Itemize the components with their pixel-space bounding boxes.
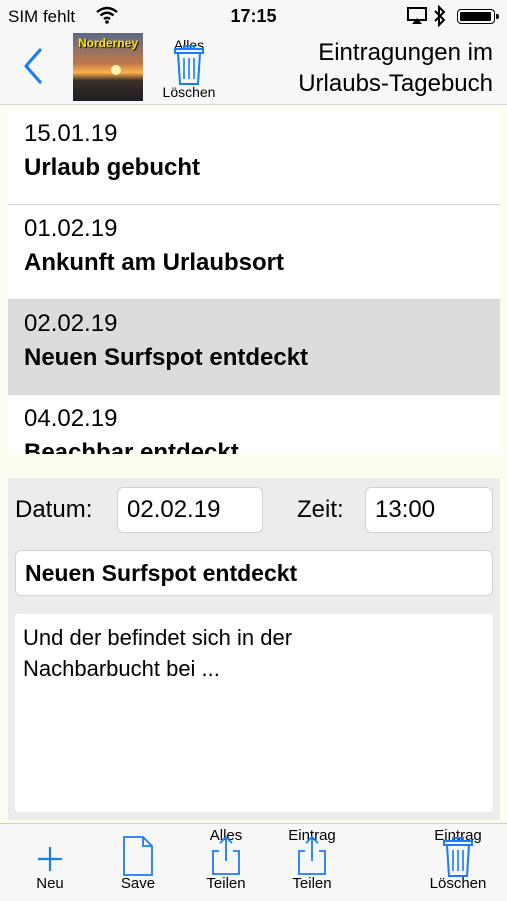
entry-title: Ankunft am Urlaubsort [24, 249, 285, 276]
entry-date: 01.02.19 [24, 215, 118, 242]
time-field[interactable]: 13:00 [365, 487, 493, 533]
airplay-icon [407, 7, 427, 30]
date-label: Datum: [15, 496, 93, 523]
note-line: Nachbarbucht bei ... [23, 656, 220, 681]
save-label: Save [120, 875, 156, 892]
plus-icon [38, 847, 62, 871]
location-thumbnail[interactable]: Norderney [73, 33, 143, 101]
entry-title: Urlaub gebucht [24, 154, 201, 181]
date-field[interactable]: 02.02.19 [117, 487, 263, 533]
note-line: Und der befindet sich in der [23, 625, 293, 650]
list-item[interactable]: 15.01.19 Urlaub gebucht [8, 110, 500, 205]
list-item[interactable]: 01.02.19 Ankunft am Urlaubsort [8, 205, 500, 300]
entry-edit-form: Datum: 02.02.19 Zeit: 13:00 Neuen Surfsp… [8, 478, 500, 820]
save-button[interactable]: Save [108, 824, 168, 901]
page-title-line2: Urlaubs-Tagebuch [298, 70, 493, 97]
share-icon [212, 835, 240, 875]
list-item[interactable]: 04.02.19 Beachbar entdeckt [8, 395, 500, 454]
share-all-label-bottom: Teilen [206, 875, 246, 892]
nav-bar: Norderney Alles Löschen Eintragungen im … [0, 32, 507, 105]
share-all-button[interactable]: Alles Teilen [190, 824, 262, 901]
chevron-left-icon [24, 48, 42, 84]
bottom-toolbar: Neu Save Alles Teilen Eintrag Teilen Ein… [0, 823, 507, 901]
clock: 17:15 [230, 6, 277, 26]
trash-icon [443, 837, 473, 877]
entry-date: 15.01.19 [24, 120, 118, 147]
entry-list[interactable]: 15.01.19 Urlaub gebucht 01.02.19 Ankunft… [8, 110, 500, 454]
time-label: Zeit: [297, 496, 344, 523]
entry-title: Beachbar entdeckt [24, 439, 239, 454]
back-button[interactable] [18, 46, 52, 86]
trash-icon [174, 45, 204, 85]
delete-entry-label-bottom: Löschen [429, 875, 487, 892]
share-entry-button[interactable]: Eintrag Teilen [276, 824, 348, 901]
page-title: Eintragungen im Urlaubs-Tagebuch [298, 37, 493, 99]
status-bar: SIM fehlt 17:15 [0, 0, 507, 32]
share-entry-label-bottom: Teilen [292, 875, 332, 892]
battery-icon [457, 9, 499, 24]
entry-title-field[interactable]: Neuen Surfspot entdeckt [15, 550, 493, 596]
entry-title: Neuen Surfspot entdeckt [24, 344, 309, 371]
entry-note-textarea[interactable]: Und der befindet sich in der Nachbarbuch… [15, 614, 493, 812]
document-icon [123, 836, 153, 876]
delete-entry-button[interactable]: Eintrag Löschen [418, 824, 498, 901]
page-title-line1: Eintragungen im [318, 39, 493, 66]
sun-graphic [111, 65, 121, 75]
entry-date: 02.02.19 [24, 310, 118, 337]
thumbnail-label: Norderney [77, 36, 139, 50]
bluetooth-icon [433, 4, 447, 32]
entry-date: 04.02.19 [24, 405, 118, 432]
delete-all-button[interactable]: Alles Löschen [150, 34, 228, 102]
list-item-selected[interactable]: 02.02.19 Neuen Surfspot entdeckt [8, 300, 500, 395]
new-entry-label: Neu [36, 875, 64, 892]
delete-all-label-bottom: Löschen [162, 84, 216, 100]
new-entry-button[interactable]: Neu [20, 824, 80, 901]
share-icon [298, 835, 326, 875]
